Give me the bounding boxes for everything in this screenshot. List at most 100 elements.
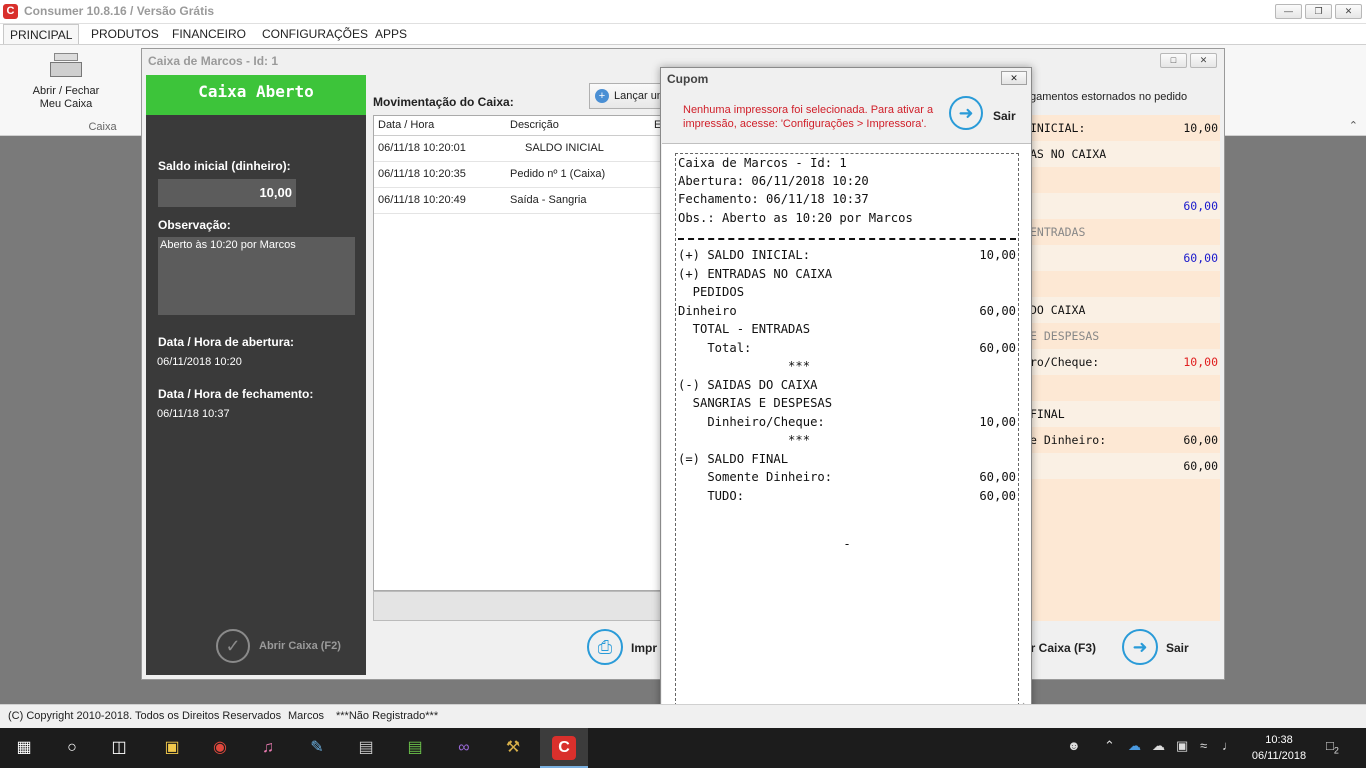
tools-icon[interactable]: ⚒ — [501, 736, 525, 760]
movimentacao-grid[interactable]: Data / Hora Descrição E 06/11/18 10:20:0… — [373, 115, 663, 591]
itunes-icon[interactable]: ♫ — [256, 736, 280, 760]
receipt-separator — [678, 238, 1016, 240]
receipt-header-line: Fechamento: 06/11/18 10:37 — [678, 192, 869, 206]
saldo-inicial-field[interactable]: 10,00 — [158, 179, 296, 207]
image-viewer-icon[interactable]: ▤ — [354, 736, 378, 760]
summary-value: 10,00 — [1183, 121, 1218, 135]
lancar-button[interactable]: + Lançar um — [589, 83, 669, 109]
summary-label: E DESPESAS — [1030, 329, 1100, 343]
receipt-line-value: 60,00 — [979, 340, 1016, 355]
row-datetime: 06/11/18 10:20:35 — [378, 168, 466, 180]
abrir-fechar-caixa-button[interactable]: Abrir / Fechar Meu Caixa — [28, 51, 104, 111]
grid-header-datetime[interactable]: Data / Hora — [378, 119, 434, 131]
cupom-close-button[interactable]: ✕ — [1001, 71, 1027, 85]
receipt-line-value: 60,00 — [979, 470, 1016, 484]
receipt-line-value: 10,00 — [979, 414, 1016, 429]
search-icon[interactable]: ○ — [60, 736, 84, 760]
receipt-line-text: Dinheiro/Cheque: — [678, 414, 825, 429]
restore-button[interactable]: ❐ — [1305, 4, 1332, 19]
estornados-note: gamentos estornados no pedido — [1030, 91, 1188, 103]
file-explorer-icon[interactable]: ▣ — [160, 736, 184, 760]
summary-row: e Dinheiro: 60,00 — [1030, 427, 1220, 453]
caixa-status-header: Caixa Aberto — [146, 75, 366, 115]
status-user: Marcos — [288, 710, 325, 722]
receipt-line-text: Dinheiro — [678, 303, 737, 318]
chevron-up-icon[interactable]: ⌃ — [1104, 738, 1115, 754]
summary-row — [1030, 375, 1220, 401]
receipt[interactable]: Caixa de Marcos - Id: 1 Abertura: 06/11/… — [675, 153, 1019, 706]
tab-apps[interactable]: APPS — [369, 24, 413, 44]
people-icon[interactable]: ☻ — [1067, 738, 1081, 753]
notifications-icon[interactable]: □2 — [1326, 738, 1339, 756]
minimize-button[interactable]: — — [1275, 4, 1302, 19]
clock-time: 10:38 — [1265, 734, 1293, 746]
notification-count: 2 — [1333, 745, 1339, 756]
summary-label: ENTRADAS — [1030, 225, 1086, 239]
receipt-line: (+) ENTRADAS NO CAIXA — [678, 267, 1016, 285]
receipt-line-text: (=) SALDO FINAL — [678, 451, 789, 466]
visual-studio-icon[interactable]: ∞ — [452, 736, 476, 760]
tab-principal[interactable]: PRINCIPAL — [3, 24, 80, 45]
observacao-field[interactable]: Aberto às 10:20 por Marcos — [158, 237, 355, 315]
abertura-label: Data / Hora de abertura: — [158, 335, 295, 349]
cloud-icon[interactable]: ☁ — [1152, 738, 1165, 754]
lancar-label: Lançar um — [614, 90, 666, 102]
saldo-inicial-label: Saldo inicial (dinheiro): — [158, 159, 291, 173]
summary-label: FINAL — [1030, 407, 1065, 421]
app-titlebar: C Consumer 10.8.16 / Versão Grátis — ❐ ✕ — [0, 0, 1366, 24]
table-row[interactable]: 06/11/18 10:20:01 SALDO INICIAL — [374, 136, 662, 162]
receipt-line-value: 10,00 — [979, 248, 1016, 262]
windows-start-icon[interactable]: ▦ — [12, 736, 36, 760]
clock-date: 06/11/2018 — [1251, 750, 1307, 762]
summary-row: AS NO CAIXA — [1030, 141, 1220, 167]
volume-icon[interactable]: ♩ — [1222, 738, 1235, 753]
summary-row: DO CAIXA — [1030, 297, 1220, 323]
consumer-taskbar-button[interactable]: C — [540, 728, 588, 768]
grid-header-descricao[interactable]: Descrição — [510, 119, 559, 131]
tab-financeiro[interactable]: FINANCEIRO — [166, 24, 252, 44]
cupom-title: Cupom — [667, 72, 709, 86]
receipt-header-line: Caixa de Marcos - Id: 1 — [678, 156, 847, 170]
table-row[interactable]: 06/11/18 10:20:49 Saída - Sangria — [374, 188, 662, 214]
summary-value: 60,00 — [1183, 199, 1218, 213]
printer-icon: ⎙ — [587, 629, 623, 665]
summary-label: AS NO CAIXA — [1030, 147, 1107, 161]
summary-value: 60,00 — [1183, 433, 1218, 447]
caixa-maximize-button[interactable]: □ — [1160, 53, 1187, 68]
battery-icon[interactable]: ▣ — [1176, 738, 1188, 754]
onedrive-icon[interactable]: ☁ — [1128, 738, 1141, 754]
receipt-line-text: TUDO: — [678, 488, 745, 503]
task-view-icon[interactable]: ◫ — [107, 736, 131, 760]
summary-row: INICIAL: 10,00 — [1030, 115, 1220, 141]
chrome-icon[interactable]: ◉ — [208, 736, 232, 760]
receipt-line: PEDIDOS — [678, 285, 1016, 303]
caixa-close-button[interactable]: ✕ — [1190, 53, 1217, 68]
table-row[interactable]: 06/11/18 10:20:35 Pedido nº 1 (Caixa) — [374, 162, 662, 188]
receipt-line: Dinheiro 60,00 — [678, 304, 1016, 322]
paint-icon[interactable]: ✎ — [305, 736, 329, 760]
receipt-line: *** — [678, 359, 1016, 377]
fechamento-value: 06/11/18 10:37 — [157, 408, 230, 420]
caixa-sair-label: Sair — [1166, 641, 1189, 655]
taskbar: ▦ ○ ◫ ▣ ◉ ♫ ✎ ▤ ▤ ∞ ⚒ C ☻ ⌃ ☁ ☁ ▣ ≈ ♩ 10… — [0, 728, 1366, 768]
consumer-app-icon: C — [552, 736, 576, 760]
tab-configuracoes[interactable]: CONFIGURAÇÕES — [256, 24, 374, 44]
row-descricao: Saída - Sangria — [510, 194, 587, 206]
summary-value: 60,00 — [1183, 251, 1218, 265]
caixa-summary: INICIAL: 10,00 AS NO CAIXA 60,00 ENTRADAS 60,… — [1030, 115, 1220, 621]
receipt-line: TOTAL - ENTRADAS — [678, 322, 1016, 340]
receipt-line-value: 60,00 — [979, 303, 1016, 318]
summary-label: ro/Cheque: — [1030, 355, 1100, 369]
close-button[interactable]: ✕ — [1335, 4, 1362, 19]
copyright-text: (C) Copyright 2010-2018. Todos os Direit… — [8, 710, 282, 722]
menu-tabs: PRINCIPAL PRODUTOS FINANCEIRO CONFIGURAÇ… — [0, 24, 1366, 45]
receipt-line: SANGRIAS E DESPESAS — [678, 396, 1016, 414]
receipt-line: Somente Dinheiro: 60,00 — [678, 470, 1016, 488]
notepad-icon[interactable]: ▤ — [403, 736, 427, 760]
tab-produtos[interactable]: PRODUTOS — [85, 24, 165, 44]
chevron-up-icon[interactable]: ⌃ — [1349, 119, 1358, 132]
summary-value: 10,00 — [1183, 355, 1218, 369]
caixa-side-panel: Caixa Aberto Saldo inicial (dinheiro): 1… — [146, 75, 366, 675]
wifi-icon[interactable]: ≈ — [1200, 738, 1207, 753]
system-clock[interactable]: 10:38 06/11/2018 — [1244, 732, 1314, 764]
